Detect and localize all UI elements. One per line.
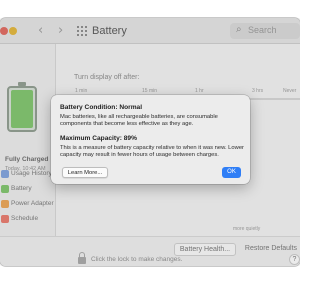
battery-condition-text: Mac batteries, like all rechargeable bat…	[60, 114, 218, 128]
screen: ‹ › Battery ⌕ Search Fully Charged Today…	[0, 0, 300, 300]
learn-more-button[interactable]: Learn More...	[62, 167, 108, 178]
maximum-capacity-text: This is a measure of battery capacity re…	[60, 145, 244, 159]
battery-health-dialog: Battery Condition: Normal Mac batteries,…	[51, 95, 250, 184]
battery-condition-title: Battery Condition: Normal	[60, 104, 143, 111]
ok-button[interactable]: OK	[222, 167, 241, 178]
maximum-capacity-title: Maximum Capacity: 89%	[60, 135, 137, 142]
